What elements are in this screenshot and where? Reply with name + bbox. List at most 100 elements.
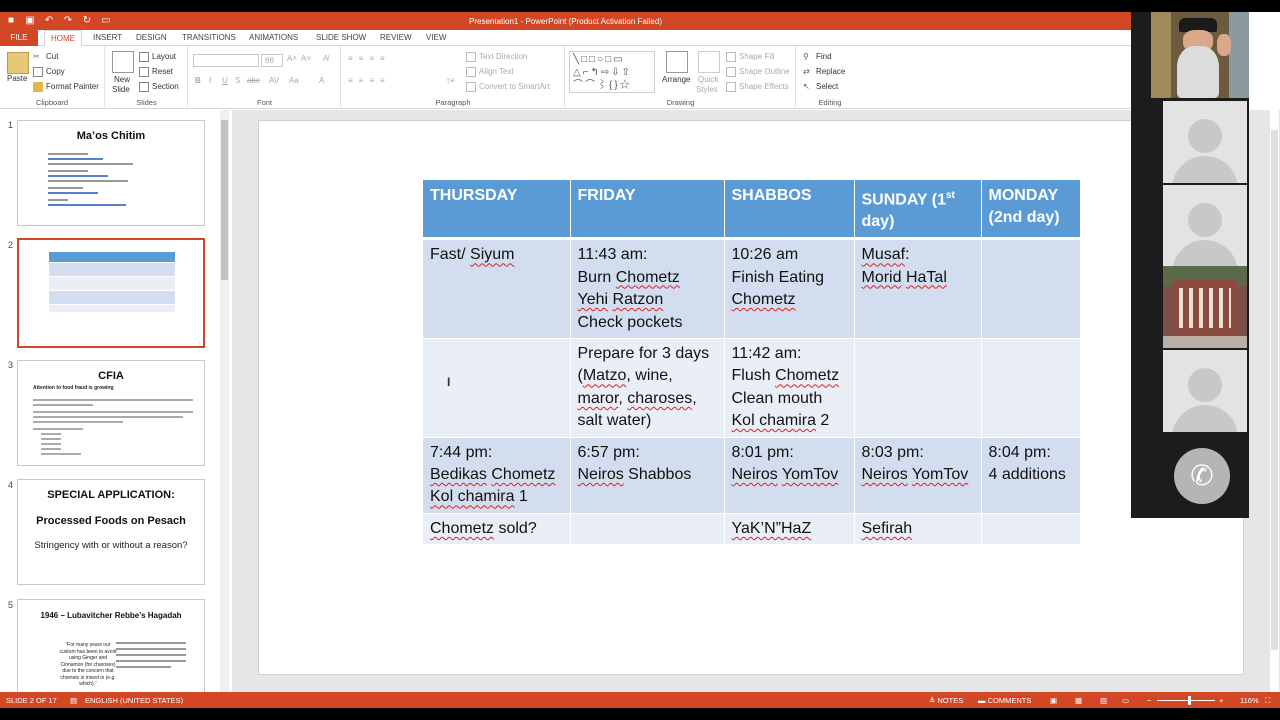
arrange-icon[interactable] (666, 51, 688, 73)
slide-thumbnail-4[interactable]: SPECIAL APPLICATION: Processed Foods on … (17, 479, 205, 585)
arrange-button[interactable]: Arrange (662, 75, 690, 84)
cell-sha-3[interactable]: 8:01 pm: Neiros YomTov (724, 437, 855, 514)
cell-fri-2[interactable]: Prepare for 3 days (Matzo, wine, maror, ch… (570, 338, 725, 438)
slide-thumbnail-2[interactable] (17, 238, 205, 348)
paste-icon[interactable] (7, 52, 29, 74)
font-color-icon[interactable]: A (319, 76, 324, 85)
slide-thumbnail-3[interactable]: CFIA Attention to food fraud is growing (17, 360, 205, 466)
quick-styles-label-2[interactable]: Styles (696, 85, 718, 94)
cell-thu-3[interactable]: 7:44 pm: Bedikas Chometz Kol chamira 1 (423, 437, 571, 514)
shapes-gallery[interactable]: ╲□□○□▭ △⌐↰⇨⇩⇧ ⌒⌒⌇{}☆ (569, 51, 655, 93)
tab-insert[interactable]: INSERT (93, 33, 122, 42)
cell-mon-4[interactable] (981, 513, 1081, 546)
slide-scroll-thumb[interactable] (1271, 130, 1278, 650)
slide-thumbnail-1[interactable]: Ma’os Chitim (17, 120, 205, 226)
copy-button[interactable]: Copy (33, 67, 65, 77)
zoom-out-button[interactable]: − (1147, 696, 1151, 705)
language-status[interactable]: ENGLISH (UNITED STATES) (85, 696, 183, 705)
tab-design[interactable]: DESIGN (136, 33, 167, 42)
tab-slide-show[interactable]: SLIDE SHOW (316, 33, 366, 42)
thumbnail-scroll-thumb[interactable] (221, 120, 228, 280)
cell-fri-3[interactable]: 6:57 pm: Neiros Shabbos (570, 437, 725, 514)
strikethrough-icon[interactable]: abc (247, 76, 260, 85)
slideshow-icon[interactable]: ▭ (1122, 696, 1129, 705)
find-button[interactable]: ⚲ Find (803, 52, 832, 62)
proofing-icon[interactable]: ▤ (70, 696, 77, 705)
section-button[interactable]: Section (139, 82, 179, 92)
header-shabbos[interactable]: SHABBOS (724, 180, 855, 241)
header-thursday[interactable]: THURSDAY (423, 180, 571, 241)
select-button[interactable]: ↖ Select (803, 82, 838, 92)
change-case-icon[interactable]: Aa (289, 76, 299, 85)
new-slide-label-2[interactable]: Slide (112, 85, 130, 94)
cell-mon-1[interactable] (981, 238, 1081, 339)
cell-fri-4[interactable] (570, 513, 725, 546)
replace-button[interactable]: ⇄ Replace (803, 67, 845, 77)
comments-button[interactable]: ▬ COMMENTS (978, 696, 1031, 705)
zoom-slider[interactable] (1157, 700, 1215, 701)
cell-mon-2[interactable] (981, 338, 1081, 438)
reset-button[interactable]: Reset (139, 67, 173, 77)
underline-icon[interactable]: U (222, 76, 228, 85)
cell-sun-1[interactable]: Musaf: Morid HaTal (854, 238, 982, 339)
paste-button[interactable]: Paste (7, 74, 27, 83)
cell-sha-4[interactable]: YaK’N”HaZ (724, 513, 855, 546)
normal-view-icon[interactable]: ▣ (1050, 696, 1057, 705)
font-name-dropdown[interactable] (193, 54, 259, 67)
convert-smartart-button[interactable]: Convert to SmartArt (466, 82, 550, 92)
slide-scrollbar[interactable] (1270, 110, 1279, 692)
list-icons[interactable]: ≡≡≡≡ (348, 54, 391, 63)
cell-mon-3[interactable]: 8:04 pm: 4 additions (981, 437, 1081, 514)
cell-thu-4[interactable]: Chometz sold? (423, 513, 571, 546)
tab-home[interactable]: HOME (44, 30, 82, 47)
fit-slide-icon[interactable]: ⛶ (1265, 696, 1270, 706)
italic-icon[interactable]: I (209, 76, 211, 85)
align-icons[interactable]: ≡≡≡≡ (348, 76, 391, 85)
cell-sha-1[interactable]: 10:26 am Finish Eating Chometz (724, 238, 855, 339)
shape-effects-button[interactable]: Shape Effects (726, 82, 789, 92)
tab-file[interactable]: FILE (0, 30, 38, 46)
tab-animations[interactable]: ANIMATIONS (249, 33, 298, 42)
call-button[interactable]: ✆ (1174, 448, 1230, 504)
schedule-table[interactable]: THURSDAY FRIDAY SHABBOS SUNDAY (1st day) … (423, 180, 1081, 546)
cell-sun-4[interactable]: Sefirah (854, 513, 982, 546)
header-sunday[interactable]: SUNDAY (1st day) (854, 180, 982, 241)
thumbnail-scrollbar[interactable] (220, 110, 229, 692)
bold-icon[interactable]: B (195, 76, 201, 85)
current-slide[interactable]: THURSDAY FRIDAY SHABBOS SUNDAY (1st day) … (258, 120, 1244, 675)
reading-view-icon[interactable]: ▥ (1100, 696, 1107, 705)
notes-button[interactable]: ≜ NOTES (929, 696, 963, 705)
cell-sun-2[interactable] (854, 338, 982, 438)
grow-font-icon[interactable]: A˄ (287, 54, 297, 63)
clear-format-icon[interactable]: A̸ (323, 54, 328, 63)
cut-button[interactable]: ✂ Cut (33, 52, 58, 62)
zoom-in-button[interactable]: + (1219, 696, 1223, 705)
cell-thu-1[interactable]: Fast/ Siyum (423, 238, 571, 339)
tab-view[interactable]: VIEW (426, 33, 446, 42)
shape-outline-button[interactable]: Shape Outline (726, 67, 790, 77)
header-monday[interactable]: MONDAY (2nd day) (981, 180, 1081, 241)
slide-thumbnail-5[interactable]: 1946 – Lubavitcher Rebbe’s Hagadah “For … (17, 599, 205, 692)
shrink-font-icon[interactable]: A˅ (301, 54, 311, 63)
quick-styles-icon[interactable] (698, 51, 720, 73)
new-slide-icon[interactable] (112, 51, 134, 73)
header-friday[interactable]: FRIDAY (570, 180, 725, 241)
format-painter-button[interactable]: Format Painter (33, 82, 99, 92)
char-spacing-icon[interactable]: AV (269, 76, 279, 85)
cell-fri-1[interactable]: 11:43 am: Burn Chometz Yehi Ratzon Check po… (570, 238, 725, 339)
cell-thu-2[interactable] (423, 338, 571, 438)
font-size-dropdown[interactable]: 66 (261, 54, 283, 67)
new-slide-label-1[interactable]: New (114, 75, 130, 84)
text-direction-button[interactable]: Text Direction (466, 52, 527, 62)
align-text-button[interactable]: Align Text (466, 67, 514, 77)
slide-sorter-icon[interactable]: ▦ (1075, 696, 1082, 705)
layout-button[interactable]: Layout (139, 52, 176, 62)
tab-transitions[interactable]: TRANSITIONS (182, 33, 236, 42)
shadow-icon[interactable]: S (235, 76, 240, 85)
cell-sha-2[interactable]: 11:42 am: Flush Chometz Clean mouth Kol cha… (724, 338, 855, 438)
shape-fill-button[interactable]: Shape Fill (726, 52, 775, 62)
zoom-level[interactable]: 116% (1240, 696, 1259, 705)
cell-sun-3[interactable]: 8:03 pm: Neiros YomTov (854, 437, 982, 514)
line-spacing-icon[interactable]: ↕≡ (446, 76, 455, 85)
zoom-slider-handle[interactable] (1188, 696, 1191, 705)
